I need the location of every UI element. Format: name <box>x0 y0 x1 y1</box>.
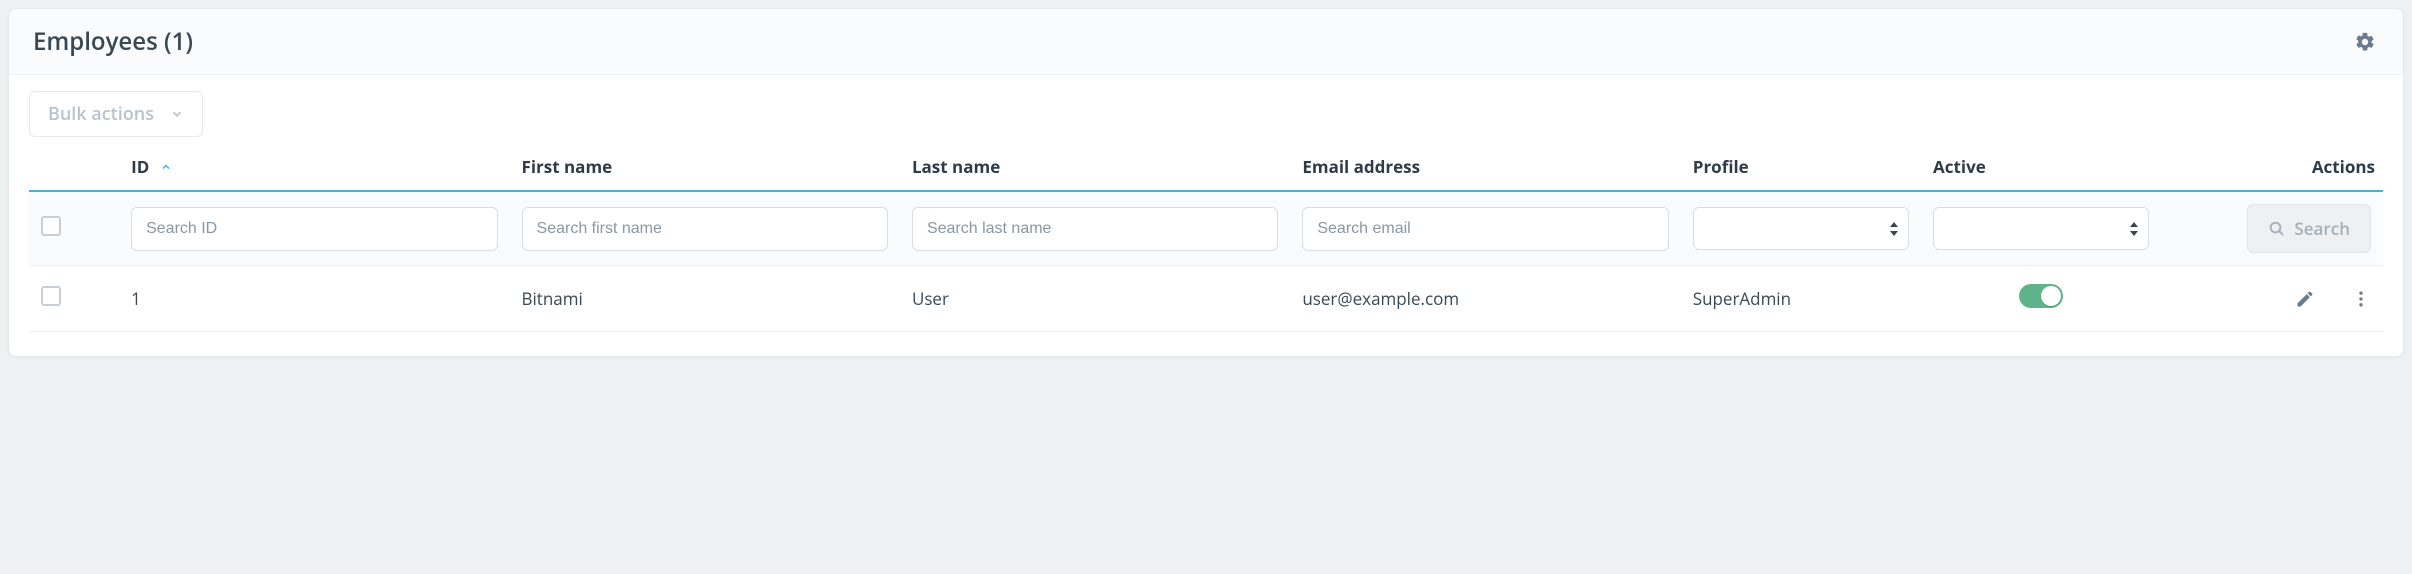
employees-panel: Employees (1) Bulk actions ID <box>8 8 2404 357</box>
filter-row: Search <box>29 191 2383 266</box>
employees-table: ID First name Last name Email address Pr… <box>29 145 2383 332</box>
col-first-name[interactable]: First name <box>510 145 900 191</box>
filter-active-select[interactable] <box>1933 207 2149 250</box>
filter-email-input[interactable] <box>1302 207 1668 251</box>
filter-first-name-input[interactable] <box>522 207 888 251</box>
col-active[interactable]: Active <box>1921 145 2161 191</box>
more-actions-button[interactable] <box>2351 289 2371 309</box>
row-actions <box>2173 289 2371 309</box>
cell-profile: SuperAdmin <box>1681 266 1921 332</box>
filter-id-input[interactable] <box>131 207 497 251</box>
chevron-down-icon <box>170 107 184 121</box>
col-select <box>29 145 119 191</box>
col-id-label: ID <box>131 155 149 178</box>
search-icon <box>2268 220 2286 238</box>
panel-header: Employees (1) <box>9 9 2403 75</box>
cell-email: user@example.com <box>1290 266 1680 332</box>
pencil-icon <box>2295 289 2315 309</box>
settings-button[interactable] <box>2351 28 2379 56</box>
active-toggle[interactable] <box>2019 284 2063 308</box>
search-button[interactable]: Search <box>2247 204 2371 253</box>
col-id[interactable]: ID <box>119 145 509 191</box>
row-checkbox[interactable] <box>41 286 61 306</box>
sort-asc-icon <box>160 161 172 173</box>
gear-icon <box>2354 31 2376 53</box>
col-profile[interactable]: Profile <box>1681 145 1921 191</box>
cell-first-name: Bitnami <box>510 266 900 332</box>
select-all-checkbox[interactable] <box>41 216 61 236</box>
cell-last-name: User <box>900 266 1290 332</box>
table-header-row: ID First name Last name Email address Pr… <box>29 145 2383 191</box>
toolbar: Bulk actions <box>9 75 2403 145</box>
filter-last-name-input[interactable] <box>912 207 1278 251</box>
col-profile-label: Profile <box>1693 155 1749 178</box>
cell-id: 1 <box>119 266 509 332</box>
table-row: 1 Bitnami User user@example.com SuperAdm… <box>29 266 2383 332</box>
filter-profile-select[interactable] <box>1693 207 1909 250</box>
cell-active <box>1921 266 2161 332</box>
kebab-icon <box>2351 289 2371 309</box>
edit-button[interactable] <box>2295 289 2315 309</box>
col-first-name-label: First name <box>522 155 613 178</box>
search-button-label: Search <box>2294 217 2350 240</box>
bulk-actions-label: Bulk actions <box>48 102 154 126</box>
panel-title: Employees (1) <box>33 25 193 58</box>
col-active-label: Active <box>1933 155 1986 178</box>
col-email[interactable]: Email address <box>1290 145 1680 191</box>
col-actions: Actions <box>2161 145 2383 191</box>
col-email-label: Email address <box>1302 155 1420 178</box>
col-actions-label: Actions <box>2312 155 2375 178</box>
col-last-name[interactable]: Last name <box>900 145 1290 191</box>
bulk-actions-button[interactable]: Bulk actions <box>29 91 203 137</box>
col-last-name-label: Last name <box>912 155 1000 178</box>
